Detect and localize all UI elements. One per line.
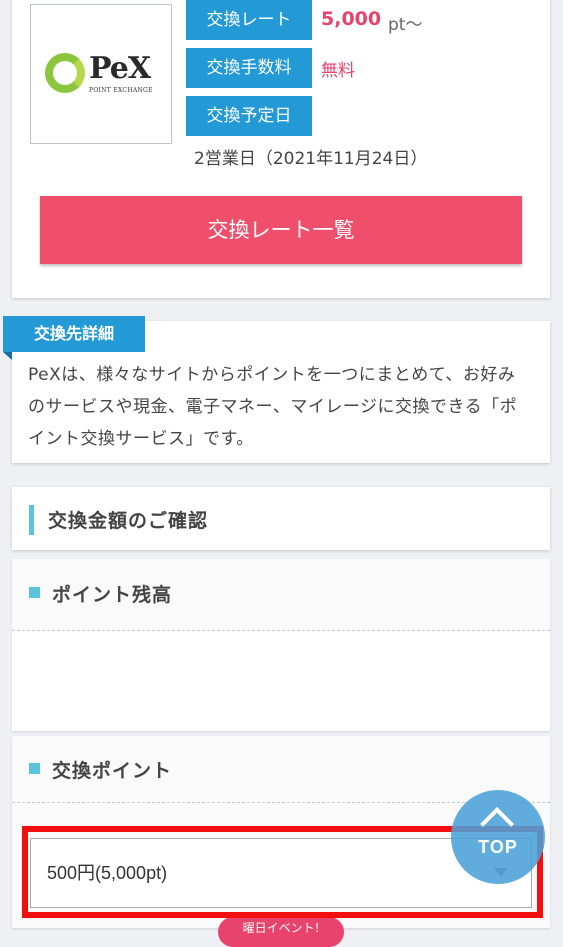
detail-description: PeXは、様々なサイトからポイントを一つにまとめて、お好みのサービスや現金、電子… bbox=[28, 365, 518, 449]
event-badge: 曜日イベント! bbox=[218, 917, 344, 947]
rate-label: 交換レート bbox=[186, 0, 312, 40]
fee-value: 無料 bbox=[321, 61, 355, 81]
chevron-up-icon bbox=[480, 807, 514, 841]
pex-logo-ring-icon bbox=[45, 53, 85, 93]
scroll-top-button[interactable]: TOP bbox=[451, 790, 545, 884]
ribbon-fold bbox=[3, 352, 12, 360]
balance-square-icon bbox=[29, 587, 40, 598]
confirm-title: 交換金額のご確認 bbox=[48, 510, 209, 532]
confirm-header: 交換金額のご確認 bbox=[12, 487, 550, 550]
balance-value-area bbox=[12, 631, 550, 731]
date-label: 交換予定日 bbox=[186, 96, 312, 136]
balance-title: ポイント残高 bbox=[52, 584, 173, 606]
rate-unit: pt〜 bbox=[388, 15, 423, 35]
fee-label: 交換手数料 bbox=[186, 48, 312, 88]
detail-ribbon: 交換先詳細 bbox=[3, 316, 145, 352]
pex-logo: PeX POINT EXCHANGE bbox=[30, 4, 172, 144]
rate-list-button[interactable]: 交換レート一覧 bbox=[40, 196, 522, 264]
exchange-info-card: PeX POINT EXCHANGE 交換レート 5,000 pt〜 交換手数料… bbox=[12, 0, 550, 298]
top-button-label: TOP bbox=[478, 837, 518, 857]
pex-logo-subtext: POINT EXCHANGE bbox=[89, 87, 153, 94]
date-value: 2営業日（2021年11月24日） bbox=[194, 149, 428, 169]
pex-logo-text: PeX bbox=[89, 51, 151, 86]
rate-value: 5,000 bbox=[321, 8, 382, 30]
exchange-title: 交換ポイント bbox=[52, 760, 173, 782]
confirm-header-bar bbox=[29, 505, 34, 535]
balance-section: ポイント残高 bbox=[12, 559, 550, 731]
exchange-square-icon bbox=[29, 763, 40, 774]
